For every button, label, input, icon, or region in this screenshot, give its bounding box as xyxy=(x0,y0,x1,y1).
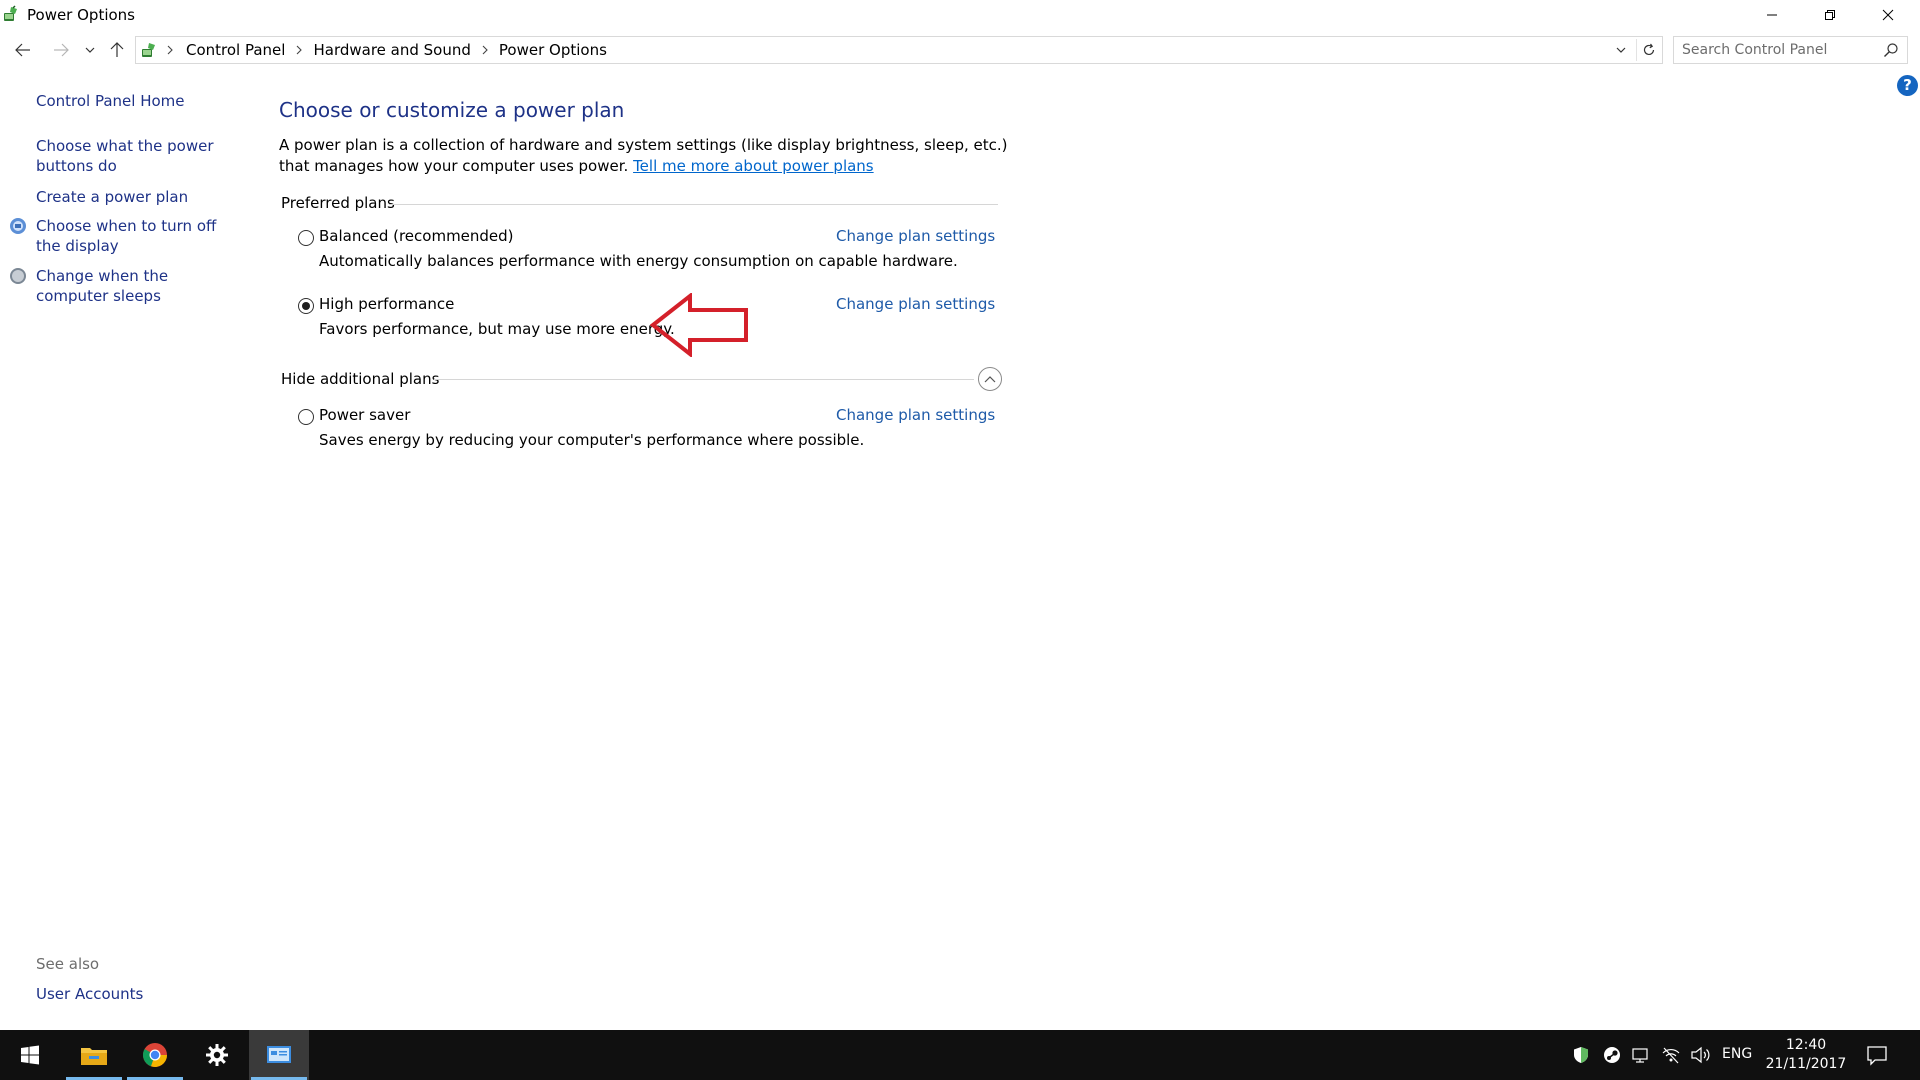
red-annotation-arrow xyxy=(650,293,748,357)
forward-arrow-icon xyxy=(54,43,69,57)
close-icon xyxy=(1882,9,1894,21)
shield-icon xyxy=(1574,1047,1588,1063)
sleep-moon-icon xyxy=(10,268,26,284)
refresh-icon xyxy=(1643,43,1654,56)
wifi-off-icon xyxy=(1662,1047,1680,1064)
tray-volume[interactable] xyxy=(1690,1045,1712,1065)
help-button[interactable]: ? xyxy=(1897,75,1918,96)
control-panel-home-link[interactable]: Control Panel Home xyxy=(36,91,236,111)
tray-wifi[interactable] xyxy=(1660,1045,1682,1065)
plan-description: Favors performance, but may use more ene… xyxy=(319,320,675,338)
user-accounts-link[interactable]: User Accounts xyxy=(36,985,143,1003)
forward-button[interactable] xyxy=(48,38,74,62)
chevron-right-icon[interactable] xyxy=(166,45,174,55)
network-icon xyxy=(1632,1048,1648,1063)
chevron-up-icon xyxy=(984,376,996,383)
file-explorer-icon xyxy=(81,1048,107,1065)
plan-name[interactable]: Power saver xyxy=(319,406,410,424)
balanced-radio[interactable] xyxy=(298,230,314,246)
restore-button[interactable] xyxy=(1801,0,1859,30)
tray-steam[interactable] xyxy=(1601,1045,1623,1065)
sidebar-item-display-off[interactable]: Choose when to turn off the display xyxy=(36,216,236,256)
sidebar-item-computer-sleeps[interactable]: Change when the computer sleeps xyxy=(36,266,236,306)
plan-description: Automatically balances performance with … xyxy=(319,252,958,270)
high-performance-change-plan-link[interactable]: Change plan settings xyxy=(836,295,995,313)
power-saver-radio[interactable] xyxy=(298,409,314,425)
sidebar-item-power-buttons[interactable]: Choose what the power buttons do xyxy=(36,136,236,176)
chrome-icon xyxy=(143,1043,167,1067)
settings-gear-icon xyxy=(206,1044,228,1066)
taskbar-file-explorer[interactable] xyxy=(64,1030,124,1080)
display-shield-icon xyxy=(10,218,26,234)
additional-plans-header[interactable]: Hide additional plans xyxy=(281,370,439,388)
clock-date: 21/11/2017 xyxy=(1765,1056,1847,1072)
taskbar: ENG 12:40 21/11/2017 xyxy=(0,1030,1920,1080)
clock-time: 12:40 xyxy=(1785,1037,1827,1053)
action-center-button[interactable] xyxy=(1866,1044,1888,1070)
see-also-heading: See also xyxy=(36,955,100,973)
tell-me-more-link[interactable]: Tell me more about power plans xyxy=(633,157,874,175)
back-arrow-icon xyxy=(15,43,30,57)
minimize-icon xyxy=(1767,14,1777,16)
plan-name[interactable]: Balanced (recommended) xyxy=(319,227,514,245)
up-arrow-icon xyxy=(110,42,124,57)
refresh-button[interactable] xyxy=(1636,39,1660,61)
taskbar-chrome[interactable] xyxy=(125,1030,185,1080)
start-icon xyxy=(21,1045,39,1065)
power-options-icon xyxy=(4,5,17,21)
chevron-down-icon xyxy=(85,47,95,53)
search-icon[interactable] xyxy=(1883,42,1899,58)
chevron-right-icon[interactable] xyxy=(481,45,489,55)
back-button[interactable] xyxy=(10,38,36,62)
taskbar-control-panel[interactable] xyxy=(249,1030,309,1080)
search-input[interactable] xyxy=(1674,37,1874,63)
breadcrumb-power-options[interactable]: Power Options xyxy=(499,41,607,59)
taskbar-settings[interactable] xyxy=(187,1030,247,1080)
page-title: Choose or customize a power plan xyxy=(279,98,625,122)
minimize-button[interactable] xyxy=(1743,0,1801,30)
additional-divider xyxy=(434,379,974,380)
title-bar: Power Options xyxy=(0,0,1920,30)
collapse-additional-plans-button[interactable] xyxy=(978,367,1002,391)
tray-defender[interactable] xyxy=(1570,1045,1592,1065)
language-indicator[interactable]: ENG xyxy=(1722,1046,1752,1062)
volume-icon xyxy=(1691,1046,1710,1064)
intro-paragraph: A power plan is a collection of hardware… xyxy=(279,135,1019,177)
control-panel-icon xyxy=(267,1046,291,1063)
breadcrumb-hardware-and-sound[interactable]: Hardware and Sound xyxy=(313,41,470,59)
power-options-icon xyxy=(142,43,155,57)
start-button[interactable] xyxy=(0,1030,60,1080)
recent-locations-button[interactable] xyxy=(80,38,100,62)
high-performance-radio[interactable] xyxy=(298,298,314,314)
up-button[interactable] xyxy=(104,38,130,62)
preferred-divider xyxy=(389,204,998,205)
notification-icon xyxy=(1867,1046,1887,1066)
steam-icon xyxy=(1604,1047,1620,1063)
breadcrumb-control-panel[interactable]: Control Panel xyxy=(186,41,285,59)
restore-icon xyxy=(1825,10,1835,20)
navigation-bar: Control Panel Hardware and Sound Power O… xyxy=(0,34,1920,66)
power-saver-change-plan-link[interactable]: Change plan settings xyxy=(836,406,995,424)
plan-name[interactable]: High performance xyxy=(319,295,454,313)
chevron-right-icon[interactable] xyxy=(295,45,303,55)
address-bar[interactable]: Control Panel Hardware and Sound Power O… xyxy=(135,36,1663,64)
chevron-down-icon xyxy=(1616,47,1626,53)
sidebar-item-create-plan[interactable]: Create a power plan xyxy=(36,187,236,207)
clock[interactable]: 12:40 21/11/2017 xyxy=(1762,1036,1850,1074)
window-title: Power Options xyxy=(27,6,135,24)
balanced-change-plan-link[interactable]: Change plan settings xyxy=(836,227,995,245)
address-dropdown-button[interactable] xyxy=(1610,39,1632,61)
close-button[interactable] xyxy=(1859,0,1917,30)
tray-network[interactable] xyxy=(1631,1045,1653,1065)
breadcrumb: Control Panel Hardware and Sound Power O… xyxy=(166,37,607,63)
preferred-plans-header: Preferred plans xyxy=(281,194,395,212)
plan-description: Saves energy by reducing your computer's… xyxy=(319,431,865,449)
search-box[interactable] xyxy=(1673,36,1908,64)
